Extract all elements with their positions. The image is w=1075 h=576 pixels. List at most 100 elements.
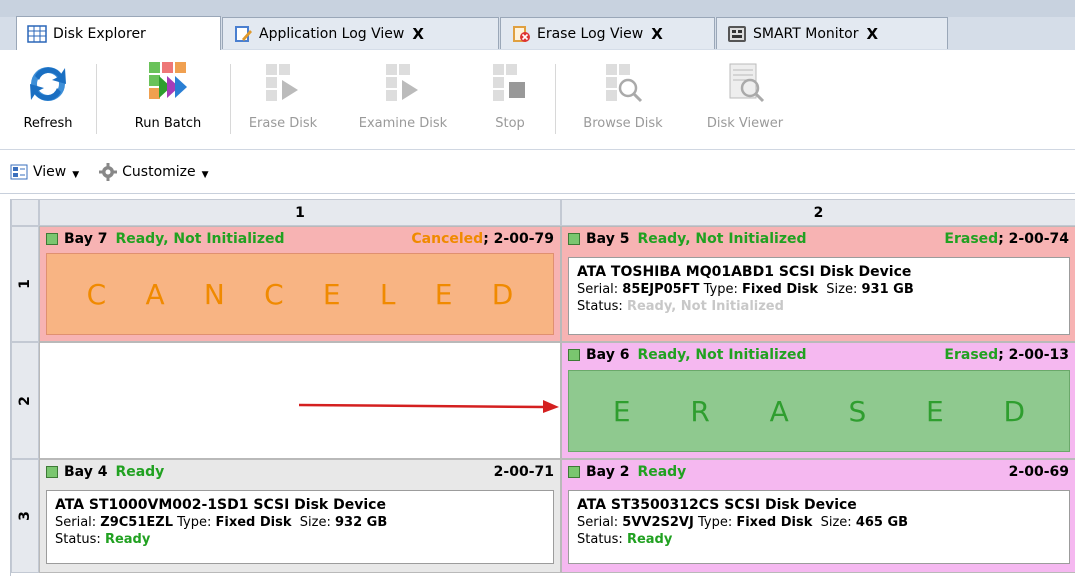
bay-result-sep: ; [483, 231, 494, 247]
stop-button[interactable]: Stop [485, 56, 535, 148]
bay-cell-bay2[interactable]: Bay 2 Ready 2-00-69 ATA ST3500312CS SCSI… [561, 459, 1075, 573]
row-header[interactable]: 1 [11, 226, 39, 342]
row-header-label: 2 [17, 395, 33, 406]
bay-status-icon [568, 466, 580, 478]
banner-letter: S [848, 394, 867, 428]
run-batch-button[interactable]: Run Batch [118, 56, 218, 148]
bay-header: Bay 7 Ready, Not Initialized Canceled; 2… [40, 227, 560, 251]
bay-status: Ready [115, 464, 165, 480]
bay-cell-bay6[interactable]: Bay 6 Ready, Not Initialized Erased; 2-0… [561, 342, 1075, 459]
size-label: Size: [818, 282, 862, 297]
run-batch-label: Run Batch [134, 116, 202, 131]
status-label: Status: [55, 532, 105, 547]
view-label: View [33, 163, 67, 180]
banner-letter: C [264, 277, 284, 311]
bay-name: Bay 6 [586, 347, 630, 363]
grid-corner [11, 199, 39, 226]
bay-name: Bay 7 [64, 231, 108, 247]
erase-disk-button[interactable]: Erase Disk [243, 56, 323, 148]
row-header-label: 3 [17, 511, 33, 521]
row-header-label: 1 [17, 279, 33, 289]
bay-code: 2-00-74 [1008, 231, 1069, 247]
erase-log-icon [511, 25, 531, 43]
column-header-label: 1 [295, 204, 305, 221]
ribbon-toolbar: Refresh Run Batch Erase Disk Examine Dis… [0, 50, 1075, 150]
bay-status-icon [46, 233, 58, 245]
erase-disk-icon [260, 60, 306, 106]
tab-application-log-view[interactable]: Application Log View X [222, 17, 499, 49]
empty-bay-cell[interactable] [39, 342, 561, 459]
disk-viewer-button[interactable]: Disk Viewer [690, 56, 800, 148]
disk-viewer-label: Disk Viewer [706, 116, 784, 131]
bay-code: 2-00-13 [1008, 347, 1069, 363]
status-value: Ready [626, 532, 673, 547]
bay-result-sep: ; [998, 347, 1009, 363]
banner-letter: N [203, 277, 225, 311]
bay-cell-bay5[interactable]: Bay 5 Ready, Not Initialized Erased; 2-0… [561, 226, 1075, 342]
serial-value: Z9C51EZL [100, 515, 173, 530]
bay-name: Bay 2 [586, 464, 630, 480]
customize-label: Customize [122, 163, 196, 180]
banner-letter: D [491, 277, 514, 311]
bay-grid: 1 2 1 2 3 Bay 7 Ready, Not Initialized C… [10, 199, 1075, 576]
bay-cell-bay4[interactable]: Bay 4 Ready 2-00-71 ATA ST1000VM002-1SD1… [39, 459, 561, 573]
examine-disk-icon [380, 60, 426, 106]
status-value: Ready, Not Initialized [626, 299, 784, 314]
type-value: Fixed Disk [736, 515, 813, 530]
bay-status-icon [568, 349, 580, 361]
disk-info-box: ATA ST1000VM002-1SD1 SCSI Disk Device Se… [46, 490, 554, 564]
bay-status: Ready [637, 464, 687, 480]
banner-letter: C [86, 277, 107, 311]
tab-label: Erase Log View [537, 25, 644, 42]
type-label: Type: [693, 515, 737, 530]
examine-disk-button[interactable]: Examine Disk [353, 56, 453, 148]
size-label: Size: [812, 515, 856, 530]
refresh-icon [25, 60, 71, 106]
row-header[interactable]: 3 [11, 459, 39, 573]
column-header[interactable]: 1 [39, 199, 561, 226]
tab-label: Application Log View [259, 25, 405, 42]
banner-letter: L [379, 277, 396, 311]
banner-letter: E [612, 394, 631, 428]
size-value: 932 GB [335, 515, 388, 530]
banner-letter: A [145, 277, 165, 311]
banner-letter: E [434, 277, 453, 311]
view-icon [10, 163, 28, 181]
device-status: Status: Ready [55, 531, 545, 548]
view-dropdown[interactable]: View ▼ [10, 163, 79, 181]
examine-disk-label: Examine Disk [358, 116, 448, 131]
bay-result-sep: ; [998, 231, 1009, 247]
device-details: Serial: 5VV2S2VJ Type: Fixed Disk Size: … [577, 514, 1061, 531]
bay-status: Ready, Not Initialized [115, 231, 285, 247]
bay-header: Bay 2 Ready 2-00-69 [562, 460, 1075, 484]
tab-disk-explorer[interactable]: Disk Explorer [16, 16, 221, 50]
close-icon[interactable]: X [866, 25, 878, 43]
column-header[interactable]: 2 [561, 199, 1075, 226]
status-label: Status: [577, 532, 627, 547]
stop-icon [487, 60, 533, 106]
device-name: ATA ST3500312CS SCSI Disk Device [577, 497, 857, 513]
close-icon[interactable]: X [412, 25, 424, 43]
bay-header: Bay 5 Ready, Not Initialized Erased; 2-0… [562, 227, 1075, 251]
browse-disk-label: Browse Disk [583, 116, 663, 131]
tab-smart-monitor[interactable]: SMART Monitor X [716, 17, 948, 49]
banner-letter: D [1003, 394, 1026, 428]
type-value: Fixed Disk [742, 282, 819, 297]
customize-dropdown[interactable]: Customize ▼ [99, 162, 209, 181]
bay-cell-bay7[interactable]: Bay 7 Ready, Not Initialized Canceled; 2… [39, 226, 561, 342]
chevron-down-icon: ▼ [72, 169, 80, 180]
stop-label: Stop [495, 116, 525, 131]
refresh-button[interactable]: Refresh [18, 56, 78, 148]
erase-disk-label: Erase Disk [248, 116, 318, 131]
type-value: Fixed Disk [215, 515, 292, 530]
device-name: ATA ST1000VM002-1SD1 SCSI Disk Device [55, 497, 386, 513]
bay-code: 2-00-69 [1008, 464, 1069, 480]
row-header[interactable]: 2 [11, 342, 39, 459]
close-icon[interactable]: X [651, 25, 663, 43]
column-header-label: 2 [813, 204, 824, 221]
browse-disk-button[interactable]: Browse Disk [568, 56, 678, 148]
disk-viewer-icon [722, 60, 768, 106]
browse-disk-icon [600, 60, 646, 106]
serial-label: Serial: [55, 515, 101, 530]
tab-erase-log-view[interactable]: Erase Log View X [500, 17, 715, 49]
